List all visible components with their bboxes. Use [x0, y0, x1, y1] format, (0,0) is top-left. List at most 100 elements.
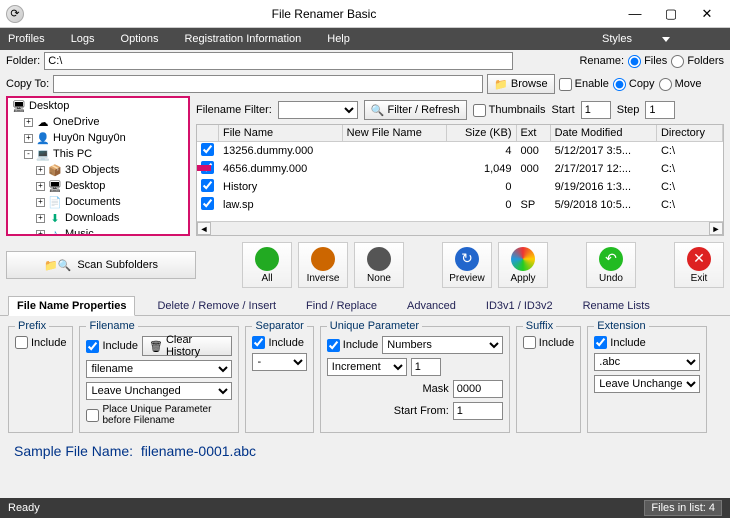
expand-icon[interactable]: + — [36, 214, 45, 223]
row-check[interactable] — [201, 179, 214, 192]
scroll-left-icon[interactable]: ◄ — [197, 222, 211, 235]
col-ext[interactable]: Ext — [516, 125, 550, 142]
copyto-input[interactable] — [53, 75, 483, 93]
cell-size: 4 — [447, 142, 516, 161]
check-thumbnails[interactable]: Thumbnails — [473, 104, 546, 117]
clear-history-button[interactable]: 🗑Clear History — [142, 336, 233, 356]
folder-tree[interactable]: 🖥Desktop +☁OneDrive +👤Huy0n Nguy0n -💻Thi… — [6, 96, 190, 236]
col-newname[interactable]: New File Name — [342, 125, 447, 142]
menu-registration[interactable]: Registration Information — [184, 33, 301, 45]
step-label: Step — [617, 104, 640, 116]
browse-button[interactable]: 📁Browse — [487, 74, 554, 94]
sample-filename: Sample File Name: filename-0001.abc — [0, 437, 730, 465]
scan-subfolders-button[interactable]: 📁🔍 Scan Subfolders — [6, 251, 196, 279]
minimize-button[interactable]: — — [624, 5, 646, 23]
table-row[interactable]: 13256.dummy.000 4 000 5/12/2017 3:5... C… — [197, 142, 723, 161]
check-place-unique[interactable]: Place Unique Parameter before Filename — [86, 404, 232, 426]
menu-options[interactable]: Options — [121, 33, 159, 45]
step-spinner[interactable] — [645, 101, 675, 119]
file-table[interactable]: File Name New File Name Size (KB) Ext Da… — [196, 124, 724, 236]
extension-select[interactable]: .abc — [594, 353, 700, 371]
col-size[interactable]: Size (KB) — [447, 125, 516, 142]
cell-size: 0 — [447, 178, 516, 196]
menu-styles[interactable]: Styles — [602, 33, 696, 45]
preview-button[interactable]: ↻Preview — [442, 242, 492, 288]
all-button[interactable]: All — [242, 242, 292, 288]
menu-profiles[interactable]: Profiles — [8, 33, 45, 45]
expand-icon[interactable]: + — [36, 198, 45, 207]
cell-date: 9/19/2016 1:3... — [550, 178, 656, 196]
tree-item[interactable]: +☁OneDrive — [24, 114, 188, 130]
check-filename-include[interactable]: Include — [86, 340, 137, 353]
radio-copy[interactable]: Copy — [613, 78, 655, 91]
filter-select[interactable] — [278, 101, 358, 119]
inverse-button[interactable]: Inverse — [298, 242, 348, 288]
filter-refresh-button[interactable]: 🔍Filter / Refresh — [364, 100, 467, 120]
tab-filename-props[interactable]: File Name Properties — [8, 296, 135, 316]
tab-delete[interactable]: Delete / Remove / Insert — [149, 297, 284, 315]
col-check[interactable] — [197, 125, 219, 142]
folder-input[interactable] — [44, 52, 513, 70]
maximize-button[interactable]: ▢ — [660, 5, 682, 23]
tab-advanced[interactable]: Advanced — [399, 297, 464, 315]
filename-case-select[interactable]: Leave Unchanged — [86, 382, 232, 400]
col-date[interactable]: Date Modified — [550, 125, 656, 142]
radio-folders[interactable]: Folders — [671, 55, 724, 68]
tree-item[interactable]: +📄Documents — [36, 194, 188, 210]
increment-value[interactable] — [411, 358, 441, 376]
expand-icon[interactable]: + — [24, 134, 33, 143]
expand-icon[interactable]: + — [36, 182, 45, 191]
apply-button[interactable]: Apply — [498, 242, 548, 288]
check-prefix-include[interactable]: Include — [15, 336, 66, 349]
menu-logs[interactable]: Logs — [71, 33, 95, 45]
startfrom-input[interactable] — [453, 402, 503, 420]
status-ready: Ready — [8, 502, 40, 514]
tree-item[interactable]: +👤Huy0n Nguy0n — [24, 130, 188, 146]
filename-select[interactable]: filename — [86, 360, 232, 378]
col-filename[interactable]: File Name — [219, 125, 343, 142]
check-ext-include[interactable]: Include — [594, 336, 700, 349]
table-row[interactable]: 4656.dummy.000 1,049 000 2/17/2017 12:..… — [197, 160, 723, 178]
start-spinner[interactable] — [581, 101, 611, 119]
mask-input[interactable] — [453, 380, 503, 398]
row-check[interactable] — [201, 143, 214, 156]
tab-rename-lists[interactable]: Rename Lists — [575, 297, 658, 315]
tree-item[interactable]: +📦3D Objects — [36, 162, 188, 178]
extension-case-select[interactable]: Leave Unchanged — [594, 375, 700, 393]
separator-select[interactable]: - — [252, 353, 306, 371]
tree-item[interactable]: -💻This PC — [24, 146, 188, 162]
expand-icon[interactable]: + — [36, 166, 45, 175]
tree-item[interactable]: +🖥Desktop — [36, 178, 188, 194]
table-row[interactable]: History 0 9/19/2016 1:3... C:\ — [197, 178, 723, 196]
check-unique-include[interactable]: Include — [327, 339, 378, 352]
increment-select[interactable]: Increment — [327, 358, 407, 376]
undo-button[interactable]: ↶Undo — [586, 242, 636, 288]
hscrollbar[interactable]: ◄► — [197, 221, 723, 235]
cell-date: 5/9/2018 10:5... — [550, 196, 656, 214]
expand-icon[interactable]: + — [24, 118, 33, 127]
expand-icon[interactable]: + — [36, 230, 45, 237]
table-row[interactable]: law.sp 0 SP 5/9/2018 10:5... C:\ — [197, 196, 723, 214]
check-suffix-include[interactable]: Include — [523, 336, 574, 349]
check-enable[interactable]: Enable — [559, 78, 609, 91]
tab-find[interactable]: Find / Replace — [298, 297, 385, 315]
tab-id3[interactable]: ID3v1 / ID3v2 — [478, 297, 561, 315]
cell-filename: History — [219, 178, 343, 196]
cell-newname — [342, 178, 447, 196]
folder-label: Folder: — [6, 55, 40, 67]
exit-button[interactable]: ✕Exit — [674, 242, 724, 288]
col-dir[interactable]: Directory — [656, 125, 722, 142]
radio-files[interactable]: Files — [628, 55, 667, 68]
none-button[interactable]: None — [354, 242, 404, 288]
annotation-arrow — [196, 161, 197, 175]
check-sep-include[interactable]: Include — [252, 336, 306, 349]
unique-type-select[interactable]: Numbers — [382, 336, 503, 354]
menu-help[interactable]: Help — [327, 33, 350, 45]
radio-move[interactable]: Move — [659, 78, 702, 91]
close-button[interactable]: ✕ — [696, 5, 718, 23]
tree-item[interactable]: +⬇Downloads — [36, 210, 188, 226]
scroll-right-icon[interactable]: ► — [709, 222, 723, 235]
row-check[interactable] — [201, 197, 214, 210]
collapse-icon[interactable]: - — [24, 150, 33, 159]
tree-item[interactable]: +♪Music — [36, 226, 188, 236]
